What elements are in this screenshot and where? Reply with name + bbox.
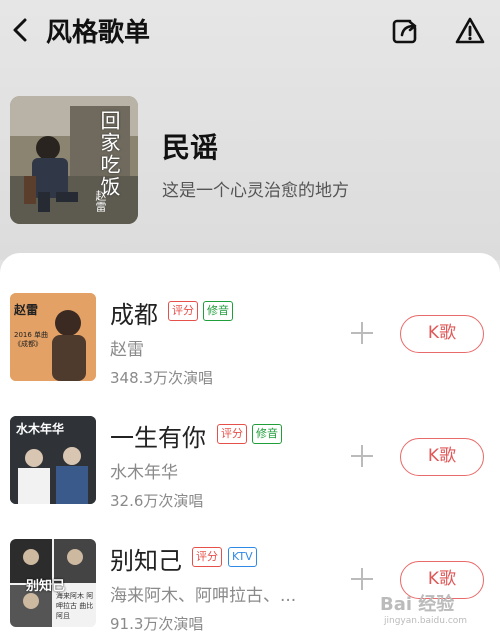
song-list: 赵雷 2016 单曲《成都》 成都 评分 修音 赵雷 348.3万次演唱 K歌 … <box>0 253 500 634</box>
play-count: 348.3万次演唱 <box>110 369 213 387</box>
thumb-subtitle: 2016 单曲《成都》 <box>14 331 49 348</box>
thumb-subtitle: 海来阿木 阿呷拉古 曲比阿且 <box>56 592 94 620</box>
report-button[interactable] <box>454 15 486 47</box>
plus-icon <box>351 322 373 344</box>
song-title: 成都 <box>110 301 158 329</box>
song-thumbnail: 赵雷 2016 单曲《成都》 <box>10 293 96 381</box>
play-count: 91.3万次演唱 <box>110 615 204 633</box>
add-button[interactable] <box>348 565 376 593</box>
watermark-url: jingyan.baidu.com <box>384 616 468 626</box>
tag-tune: 修音 <box>252 424 282 444</box>
song-thumbnail: 水木年华 <box>10 416 96 504</box>
add-button[interactable] <box>348 319 376 347</box>
tag-tune: 修音 <box>203 301 233 321</box>
song-title: 一生有你 <box>110 424 206 452</box>
playlist-cover[interactable]: 回家吃饭 赵雷 <box>10 96 138 224</box>
plus-icon <box>351 568 373 590</box>
tag-rating: 评分 <box>192 547 222 567</box>
song-artist: 海来阿木、阿呷拉古、... <box>110 586 297 606</box>
k-song-button[interactable]: K歌 <box>400 315 484 353</box>
chevron-left-icon <box>13 18 27 42</box>
share-button[interactable] <box>390 16 420 46</box>
k-song-button[interactable]: K歌 <box>400 438 484 476</box>
playlist-name: 民谣 <box>162 131 219 164</box>
song-item[interactable]: 水木年华 一生有你 评分 修音 水木年华 32.6万次演唱 K歌 <box>0 416 500 536</box>
tag-ktv: KTV <box>228 547 257 567</box>
tag-rating: 评分 <box>168 301 198 321</box>
song-item[interactable]: 赵雷 2016 单曲《成都》 成都 评分 修音 赵雷 348.3万次演唱 K歌 <box>0 293 500 413</box>
thumb-title: 水木年华 <box>16 422 65 436</box>
play-count: 32.6万次演唱 <box>110 492 204 510</box>
thumb-title: 赵雷 <box>14 303 39 317</box>
add-button[interactable] <box>348 442 376 470</box>
cover-artist: 赵雷 <box>94 190 107 212</box>
playlist-description: 这是一个心灵治愈的地方 <box>162 181 349 201</box>
page-title: 风格歌单 <box>46 18 151 48</box>
share-icon <box>392 19 417 44</box>
song-artist: 水木年华 <box>110 463 178 483</box>
top-bar: 风格歌单 <box>0 0 500 60</box>
watermark-logo: Bai 经验 <box>380 594 455 615</box>
song-thumbnail: 别知己 海来阿木 阿呷拉古 曲比阿且 <box>10 539 96 627</box>
tag-rating: 评分 <box>217 424 247 444</box>
song-title: 别知己 <box>110 547 182 575</box>
playlist-header: 风格歌单 回家吃饭 赵雷 民谣 这是一个心灵治愈的地方 <box>0 0 500 260</box>
cover-title: 回家吃饭 <box>97 110 121 198</box>
warning-icon <box>455 17 485 44</box>
song-artist: 赵雷 <box>110 340 144 360</box>
back-button[interactable] <box>8 14 36 46</box>
plus-icon <box>351 445 373 467</box>
